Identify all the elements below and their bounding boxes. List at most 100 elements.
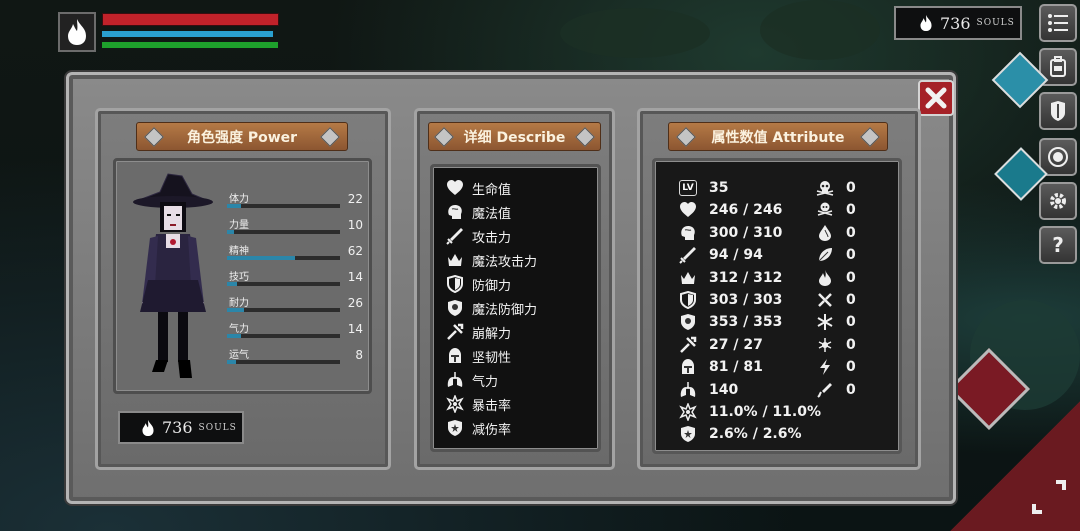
resistance-row: 0	[816, 335, 856, 355]
flame-icon	[920, 15, 932, 31]
resistance-value: 0	[846, 247, 856, 264]
resistance-value: 0	[846, 269, 856, 286]
resistance-icon	[816, 269, 834, 287]
resistance-row: 0	[816, 312, 856, 332]
attribute-value: 140	[709, 381, 739, 398]
resistance-row: 0	[816, 380, 856, 400]
stat-value: 14	[347, 322, 363, 336]
describe-icon	[446, 395, 464, 413]
skull-drip-icon	[817, 202, 833, 217]
attribute-value: 27 / 27	[709, 336, 763, 353]
attribute-value: 2.6% / 2.6%	[709, 426, 802, 443]
describe-label: 暴击率	[472, 398, 512, 414]
bolt-icon	[320, 127, 340, 147]
attribute-row: 246 / 246	[679, 200, 782, 220]
stamina-bar	[102, 42, 278, 48]
stat-row: 体力 22	[227, 190, 363, 212]
expand-icon[interactable]	[1030, 478, 1068, 516]
drop-icon	[819, 224, 831, 241]
stat-row: 技巧 14	[227, 268, 363, 290]
menu-button[interactable]	[1039, 4, 1077, 42]
stat-bar-fill	[227, 230, 234, 234]
resistance-icon	[816, 224, 834, 242]
describe-title-plank: 详细 Describe	[428, 122, 601, 151]
stat-bar	[227, 204, 340, 208]
attribute-icon	[679, 403, 697, 421]
stat-bar-fill	[227, 282, 238, 286]
describe-row: 暴击率	[446, 393, 511, 415]
snowflake-icon	[817, 314, 833, 331]
stat-value: 10	[347, 218, 363, 232]
leaf-icon	[818, 248, 832, 262]
resistance-icon	[816, 179, 834, 197]
resistance-icon	[816, 201, 834, 219]
settings-button[interactable]	[1039, 182, 1077, 220]
stat-row: 运气 8	[227, 346, 363, 368]
resistance-value: 0	[846, 292, 856, 308]
attribute-value: 35	[709, 180, 729, 196]
close-icon	[925, 87, 947, 109]
magic-shield-icon	[448, 300, 462, 316]
attribute-row: 27 / 27	[679, 335, 763, 355]
describe-row: 防御力	[446, 273, 511, 295]
attribute-icon	[679, 291, 697, 309]
heart-icon	[447, 180, 463, 195]
resistance-value: 0	[846, 381, 856, 398]
star-burst-icon	[446, 395, 464, 413]
attribute-value: 300 / 310	[709, 224, 783, 241]
resistance-row: 0	[816, 290, 856, 310]
lungs-icon	[447, 372, 463, 387]
describe-label: 气力	[472, 374, 499, 390]
attribute-value: 94 / 94	[709, 247, 763, 264]
describe-label: 防御力	[472, 278, 512, 294]
medallion-icon	[1048, 147, 1068, 167]
close-button[interactable]	[918, 80, 954, 116]
break-icon	[447, 323, 464, 340]
stat-row: 力量 10	[227, 216, 363, 238]
magic-shield-icon	[681, 314, 695, 331]
attribute-title-plank: 属性数值 Attribute	[668, 122, 888, 151]
bolt-icon	[676, 127, 696, 147]
resistance-icon	[816, 246, 834, 264]
attribute-value: 312 / 312	[709, 269, 783, 286]
attribute-icon	[679, 358, 697, 376]
resistance-icon	[816, 358, 834, 376]
help-button[interactable]: ?	[1039, 226, 1077, 264]
equipment-button[interactable]	[1039, 92, 1077, 130]
souls-label: SOULS	[198, 422, 237, 433]
describe-row: 减伤率	[446, 417, 511, 439]
attribute-icon	[679, 269, 697, 287]
player-flame-portrait[interactable]	[58, 12, 96, 52]
stat-bar-fill	[227, 256, 295, 260]
describe-icon	[446, 371, 464, 389]
resistance-row: 0	[816, 268, 856, 288]
describe-row: 崩解力	[446, 321, 511, 343]
armor-icon	[1051, 101, 1065, 121]
describe-label: 魔法攻击力	[472, 254, 538, 270]
stat-label: 耐力	[229, 298, 249, 309]
describe-row: 魔法防御力	[446, 297, 537, 319]
crown-icon	[681, 271, 695, 284]
souls-count: 736	[162, 418, 193, 437]
attribute-value: 81 / 81	[709, 359, 763, 376]
attribute-value: 11.0% / 11.0%	[709, 404, 821, 420]
heart-icon	[680, 202, 696, 218]
resistance-row: 0	[816, 200, 856, 220]
souls-count: 736	[940, 13, 971, 33]
attribute-row: 94 / 94	[679, 245, 763, 265]
brain-icon	[448, 205, 462, 219]
stat-bar	[227, 230, 340, 234]
question-mark-icon: ?	[1052, 233, 1064, 257]
describe-icon	[446, 275, 464, 293]
mana-bar	[102, 31, 273, 37]
gear-icon	[1050, 193, 1066, 209]
stat-value: 62	[347, 244, 363, 258]
attribute-value: 303 / 303	[709, 292, 783, 308]
attribute-icon	[679, 336, 697, 354]
describe-icon	[446, 179, 464, 197]
attribute-icon	[679, 425, 697, 443]
attribute-icon	[679, 246, 697, 264]
describe-row: 生命值	[446, 177, 511, 199]
stat-row: 精神 62	[227, 242, 363, 264]
describe-label: 魔法值	[472, 206, 512, 222]
